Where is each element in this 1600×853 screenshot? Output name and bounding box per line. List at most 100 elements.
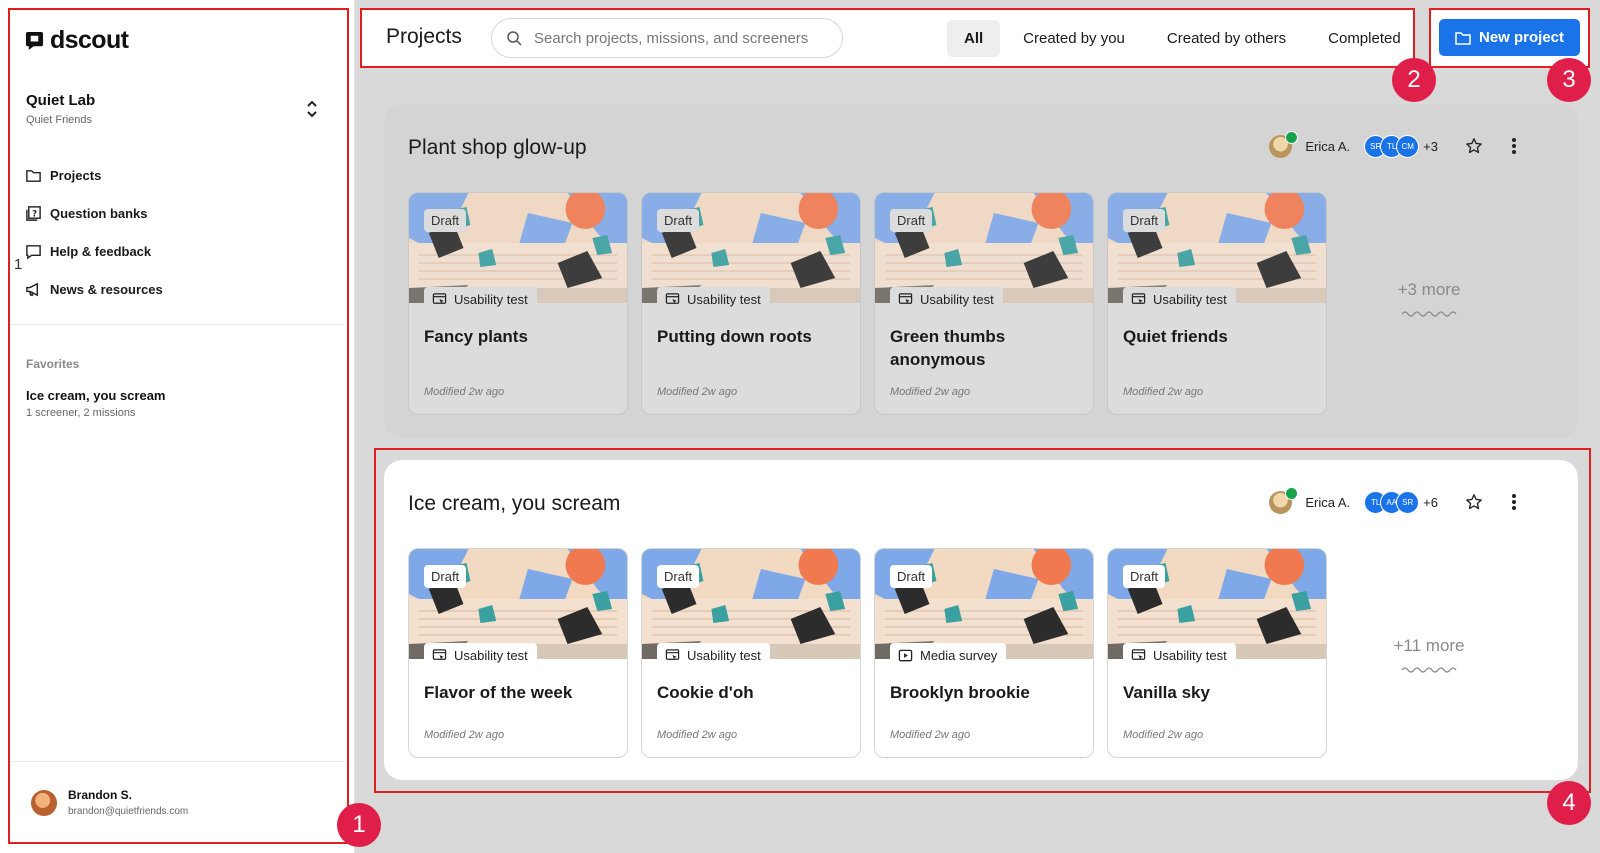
mission-title: Fancy plants — [424, 327, 528, 346]
collaborator-avatars[interactable]: SR TL CM — [1364, 134, 1420, 158]
workspace-switcher[interactable]: Quiet Lab Quiet Friends — [26, 92, 318, 126]
workspace-subtitle: Quiet Friends — [26, 114, 93, 126]
svg-text:?: ? — [32, 209, 37, 219]
usability-test-icon — [432, 648, 447, 660]
sidebar-item-question-banks[interactable]: ? Question banks — [25, 194, 163, 232]
sidebar-item-label: News & resources — [50, 281, 163, 297]
mission-card[interactable]: Draft Usability test Green thumbs anonym… — [874, 192, 1094, 415]
sidebar-nav: Projects ? Question banks Help & feedbac… — [25, 156, 163, 308]
top-bar: Projects All Created by you Created by o… — [360, 8, 1415, 68]
tab-created-by-you[interactable]: Created by you — [1006, 20, 1142, 57]
mission-type-tag: Usability test — [424, 287, 537, 311]
annotation-marker-2: 2 — [1392, 58, 1436, 102]
dscout-logo-icon — [25, 31, 44, 50]
favorites-heading: Favorites — [26, 357, 80, 371]
collaborator-count: +6 — [1423, 494, 1438, 510]
mission-title: Vanilla sky — [1123, 683, 1210, 702]
tab-created-by-others[interactable]: Created by others — [1150, 20, 1303, 57]
owner-name: Erica A. — [1305, 494, 1351, 510]
chat-bubble-icon — [26, 244, 41, 260]
more-options-button[interactable] — [1502, 134, 1526, 158]
project-title: Plant shop glow-up — [408, 136, 587, 159]
star-icon — [1466, 494, 1482, 510]
kebab-menu-icon — [1512, 494, 1516, 510]
chevron-up-down-icon[interactable] — [306, 100, 318, 118]
mission-title: Cookie d'oh — [657, 683, 754, 702]
sidebar-item-news-resources[interactable]: News & resources — [25, 270, 163, 308]
mission-type-label: Usability test — [920, 291, 994, 307]
mission-type-label: Usability test — [687, 291, 761, 307]
sidebar-item-label: Projects — [50, 167, 102, 183]
project-meta: Erica A. SR TL CM +3 — [1269, 130, 1526, 158]
mission-type-tag: Usability test — [424, 643, 537, 667]
status-badge: Draft — [657, 565, 700, 588]
mission-title: Quiet friends — [1123, 327, 1228, 346]
favorite-star-button[interactable] — [1462, 134, 1486, 158]
collaborator-avatars[interactable]: TL AA SR — [1364, 490, 1420, 514]
user-name: Brandon S. — [68, 788, 133, 802]
status-badge: Draft — [890, 209, 933, 232]
verified-check-icon — [1285, 486, 1299, 500]
usability-test-icon — [1131, 648, 1146, 660]
mission-type-tag: Usability test — [657, 643, 770, 667]
usability-test-icon — [665, 292, 680, 304]
favorite-title: Ice cream, you scream — [26, 388, 166, 403]
annotation-marker-3: 3 — [1547, 58, 1591, 102]
mission-card[interactable]: Draft Media survey Brooklyn brookie Modi… — [874, 548, 1094, 758]
media-survey-icon — [898, 649, 913, 661]
search-input[interactable] — [534, 27, 834, 49]
status-badge: Draft — [657, 209, 700, 232]
more-options-button[interactable] — [1502, 490, 1526, 514]
mission-card[interactable]: Draft Usability test Cookie d'oh Modifie… — [641, 548, 861, 758]
status-badge: Draft — [424, 565, 467, 588]
user-email: brandon@quietfriends.com — [68, 806, 189, 817]
mission-type-label: Usability test — [454, 291, 528, 307]
verified-check-icon — [1285, 130, 1299, 144]
logo[interactable]: dscout — [25, 26, 129, 55]
status-badge: Draft — [1123, 209, 1166, 232]
mission-type-label: Media survey — [920, 647, 998, 663]
workspace-name: Quiet Lab — [26, 92, 96, 109]
tab-all[interactable]: All — [947, 20, 1001, 57]
mission-title: Putting down roots — [657, 327, 812, 346]
new-project-button[interactable]: New project — [1439, 19, 1580, 56]
project-title: Ice cream, you scream — [408, 492, 621, 515]
sidebar-divider — [10, 324, 345, 325]
mission-modified: Modified 2w ago — [424, 729, 505, 741]
mission-modified: Modified 2w ago — [1123, 729, 1204, 741]
mission-type-label: Usability test — [687, 647, 761, 663]
mission-modified: Modified 2w ago — [657, 729, 738, 741]
favorite-item[interactable]: Ice cream, you scream 1 screener, 2 miss… — [26, 388, 165, 419]
edge-marker: 1 — [14, 256, 23, 273]
usability-test-icon — [898, 292, 913, 304]
sidebar-item-help-feedback[interactable]: Help & feedback — [25, 232, 163, 270]
tab-completed[interactable]: Completed — [1311, 20, 1418, 57]
mission-card[interactable]: Draft Usability test Putting down roots … — [641, 192, 861, 415]
mission-card[interactable]: Draft Usability test Vanilla sky Modifie… — [1107, 548, 1327, 758]
more-missions-link[interactable]: +3 more — [1384, 280, 1474, 300]
favorite-subtitle: 1 screener, 2 missions — [26, 407, 136, 419]
search-icon — [507, 31, 522, 46]
sidebar-item-projects[interactable]: Projects — [25, 156, 163, 194]
status-badge: Draft — [890, 565, 933, 588]
mission-title: Green thumbs anonymous — [890, 327, 1006, 369]
favorite-star-button[interactable] — [1462, 490, 1486, 514]
more-missions-link[interactable]: +11 more — [1384, 636, 1474, 656]
search-bar[interactable] — [491, 18, 843, 58]
sidebar-divider — [10, 761, 345, 762]
mission-type-tag: Usability test — [1123, 643, 1236, 667]
mission-cards: Draft Usability test Flavor of the week … — [408, 548, 1327, 758]
mission-modified: Modified 2w ago — [424, 386, 505, 398]
user-profile[interactable]: Brandon S. brandon@quietfriends.com — [31, 788, 188, 817]
mission-card[interactable]: Draft Usability test Quiet friends Modif… — [1107, 192, 1327, 415]
mission-card[interactable]: Draft Usability test Flavor of the week … — [408, 548, 628, 758]
mission-card[interactable]: Draft Usability test Fancy plants Modifi… — [408, 192, 628, 415]
status-badge: Draft — [1123, 565, 1166, 588]
usability-test-icon — [665, 648, 680, 660]
kebab-menu-icon — [1512, 138, 1516, 154]
project-meta: Erica A. TL AA SR +6 — [1269, 486, 1526, 514]
avatar — [31, 789, 57, 816]
megaphone-icon — [26, 282, 38, 296]
usability-test-icon — [1131, 292, 1146, 304]
mission-type-tag: Media survey — [890, 643, 1007, 667]
